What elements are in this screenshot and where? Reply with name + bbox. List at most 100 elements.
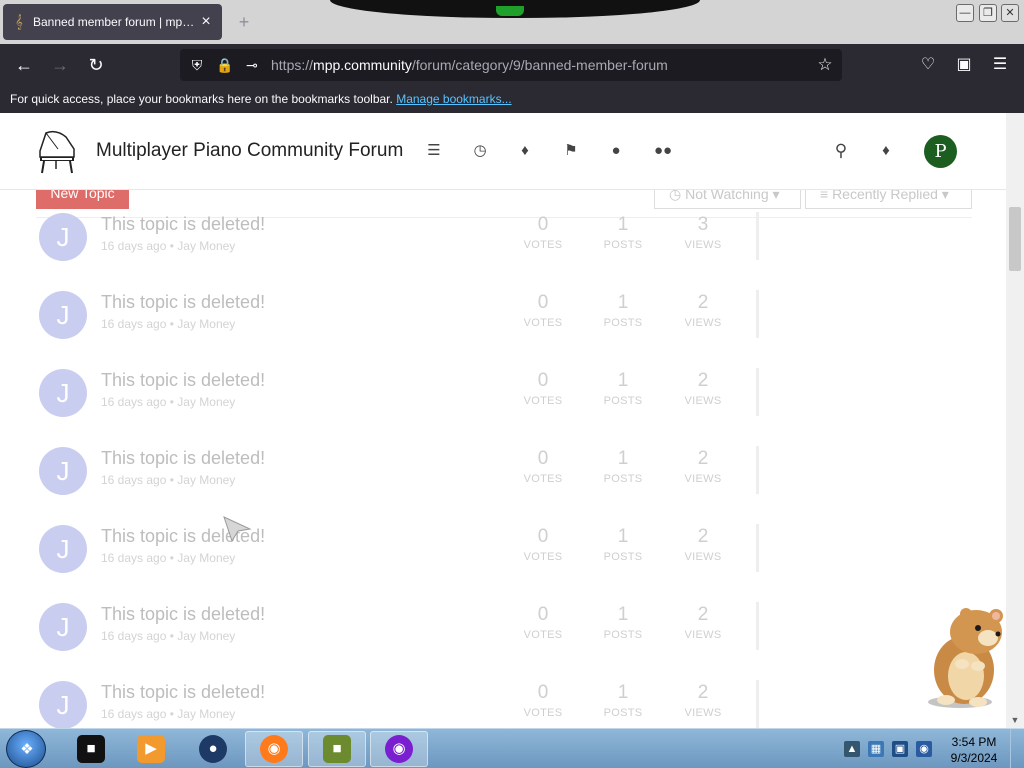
- author-avatar[interactable]: J: [39, 681, 87, 728]
- topic-author[interactable]: Jay Money: [177, 317, 235, 331]
- author-avatar[interactable]: J: [39, 213, 87, 261]
- votes-count: 0: [537, 526, 549, 547]
- topic-meta: 16 days ago • Jay Money: [101, 239, 235, 253]
- taskbar-globe-app[interactable]: ●: [184, 731, 242, 767]
- users-icon[interactable]: ●: [606, 141, 626, 161]
- topic-row[interactable]: J This topic is deleted! 16 days ago • Jay…: [0, 524, 1006, 603]
- site-title[interactable]: Multiplayer Piano Community Forum: [96, 140, 403, 162]
- network-icon[interactable]: ▦: [868, 741, 884, 757]
- topic-age[interactable]: 16 days ago: [101, 395, 166, 409]
- forum-page: New Topic ◷ Not Watching ▾ ≡ Recently Re…: [0, 113, 1024, 728]
- author-avatar[interactable]: J: [39, 369, 87, 417]
- back-arrow-icon[interactable]: ←: [10, 52, 38, 78]
- topic-age[interactable]: 16 days ago: [101, 317, 166, 331]
- posts-label: POSTS: [603, 239, 643, 251]
- shield-icon[interactable]: ⛨: [188, 56, 206, 74]
- user-avatar[interactable]: P: [924, 135, 957, 168]
- address-bar[interactable]: ⛨ 🔒 ⊸ https://mpp.community/forum/catego…: [180, 49, 842, 81]
- topic-author[interactable]: Jay Money: [177, 395, 235, 409]
- piano-app-icon: ■: [77, 735, 105, 763]
- grand-piano-logo[interactable]: [36, 127, 78, 175]
- firefox-icon: ◉: [260, 735, 288, 763]
- topic-age[interactable]: 16 days ago: [101, 629, 166, 643]
- taskbar-box-app[interactable]: ■: [308, 731, 366, 767]
- topic-age[interactable]: 16 days ago: [101, 473, 166, 487]
- taskbar-media-player[interactable]: ▶: [122, 731, 180, 767]
- url-text[interactable]: https://mpp.community/forum/category/9/b…: [271, 57, 668, 73]
- menu-icon[interactable]: ☰: [987, 52, 1013, 78]
- votes-stat: 0 VOTES: [513, 681, 573, 721]
- manage-bookmarks-link[interactable]: Manage bookmarks...: [396, 92, 511, 106]
- author-avatar[interactable]: J: [39, 525, 87, 573]
- topic-title[interactable]: This topic is deleted!: [101, 214, 265, 235]
- close-window-button[interactable]: ✕: [1001, 4, 1019, 22]
- new-tab-button[interactable]: +: [232, 10, 256, 34]
- categories-icon[interactable]: ☰: [424, 141, 444, 161]
- display-icon[interactable]: ▣: [892, 741, 908, 757]
- topic-title[interactable]: This topic is deleted!: [101, 604, 265, 625]
- scrollbar-thumb[interactable]: [1009, 207, 1021, 271]
- key-icon[interactable]: ⊸: [243, 56, 261, 74]
- volume-icon[interactable]: ◉: [916, 741, 932, 757]
- scroll-down-arrow-icon[interactable]: ▼: [1006, 714, 1024, 726]
- show-desktop-button[interactable]: [1010, 729, 1024, 768]
- teaser-divider: [756, 524, 759, 572]
- reload-icon[interactable]: ↻: [82, 52, 110, 78]
- topic-row[interactable]: J This topic is deleted! 16 days ago • Jay…: [0, 212, 1006, 291]
- teaser-divider: [756, 290, 759, 338]
- taskbar-clock[interactable]: 3:54 PM 9/3/2024: [944, 734, 1004, 766]
- votes-label: VOTES: [523, 473, 563, 485]
- taskbar-firefox[interactable]: ◉: [245, 731, 303, 767]
- maximize-button[interactable]: ❐: [979, 4, 997, 22]
- topic-author[interactable]: Jay Money: [177, 629, 235, 643]
- author-avatar[interactable]: J: [39, 447, 87, 495]
- topic-age[interactable]: 16 days ago: [101, 239, 166, 253]
- url-path: /forum/category/9/banned-member-forum: [411, 57, 668, 73]
- start-button[interactable]: ❖: [6, 730, 46, 768]
- extensions-icon[interactable]: ▣: [951, 52, 977, 78]
- topic-row[interactable]: J This topic is deleted! 16 days ago • Jay…: [0, 368, 1006, 447]
- views-stat: 2 VIEWS: [673, 681, 733, 721]
- topic-age[interactable]: 16 days ago: [101, 707, 166, 721]
- close-tab-icon[interactable]: ×: [198, 14, 214, 30]
- search-icon[interactable]: ⚲: [831, 141, 851, 161]
- recent-icon[interactable]: ◷: [470, 141, 490, 161]
- pocket-icon[interactable]: ♡: [915, 52, 941, 78]
- author-avatar[interactable]: J: [39, 291, 87, 339]
- taskbar-mask-app[interactable]: ◉: [370, 731, 428, 767]
- notifications-bell-icon[interactable]: ♦: [876, 141, 896, 161]
- browser-tab-active[interactable]: 𝄞 Banned member forum | mpp.c ×: [3, 4, 222, 40]
- topic-title[interactable]: This topic is deleted!: [101, 682, 265, 703]
- taskbar-piano-app[interactable]: ■: [62, 731, 120, 767]
- topic-author[interactable]: Jay Money: [177, 551, 235, 565]
- votes-stat: 0 VOTES: [513, 525, 573, 565]
- votes-label: VOTES: [523, 239, 563, 251]
- topic-author[interactable]: Jay Money: [177, 239, 235, 253]
- topic-row[interactable]: J This topic is deleted! 16 days ago • Jay…: [0, 290, 1006, 369]
- posts-stat: 1 POSTS: [593, 291, 653, 331]
- groups-icon[interactable]: ●●: [651, 141, 675, 161]
- votes-count: 0: [537, 292, 549, 313]
- topic-title[interactable]: This topic is deleted!: [101, 448, 265, 469]
- views-label: VIEWS: [684, 629, 722, 641]
- topic-title[interactable]: This topic is deleted!: [101, 292, 265, 313]
- author-avatar[interactable]: J: [39, 603, 87, 651]
- forward-arrow-icon[interactable]: →: [46, 52, 74, 78]
- posts-label: POSTS: [603, 629, 643, 641]
- minimize-button[interactable]: —: [956, 4, 974, 22]
- bookmark-star-icon[interactable]: ☆: [816, 56, 834, 74]
- votes-label: VOTES: [523, 551, 563, 563]
- topic-meta: 16 days ago • Jay Money: [101, 395, 235, 409]
- topic-row[interactable]: J This topic is deleted! 16 days ago • Jay…: [0, 680, 1006, 728]
- topic-row[interactable]: J This topic is deleted! 16 days ago • Jay…: [0, 446, 1006, 525]
- lock-icon[interactable]: 🔒: [216, 56, 234, 74]
- topic-title[interactable]: This topic is deleted!: [101, 370, 265, 391]
- tray-expand-icon[interactable]: ▲: [844, 741, 860, 757]
- popular-icon[interactable]: ♦: [515, 141, 535, 161]
- topic-author[interactable]: Jay Money: [177, 707, 235, 721]
- topic-row[interactable]: J This topic is deleted! 16 days ago • Jay…: [0, 602, 1006, 681]
- votes-label: VOTES: [523, 629, 563, 641]
- topic-age[interactable]: 16 days ago: [101, 551, 166, 565]
- topic-author[interactable]: Jay Money: [177, 473, 235, 487]
- tags-icon[interactable]: ⚑: [561, 141, 581, 161]
